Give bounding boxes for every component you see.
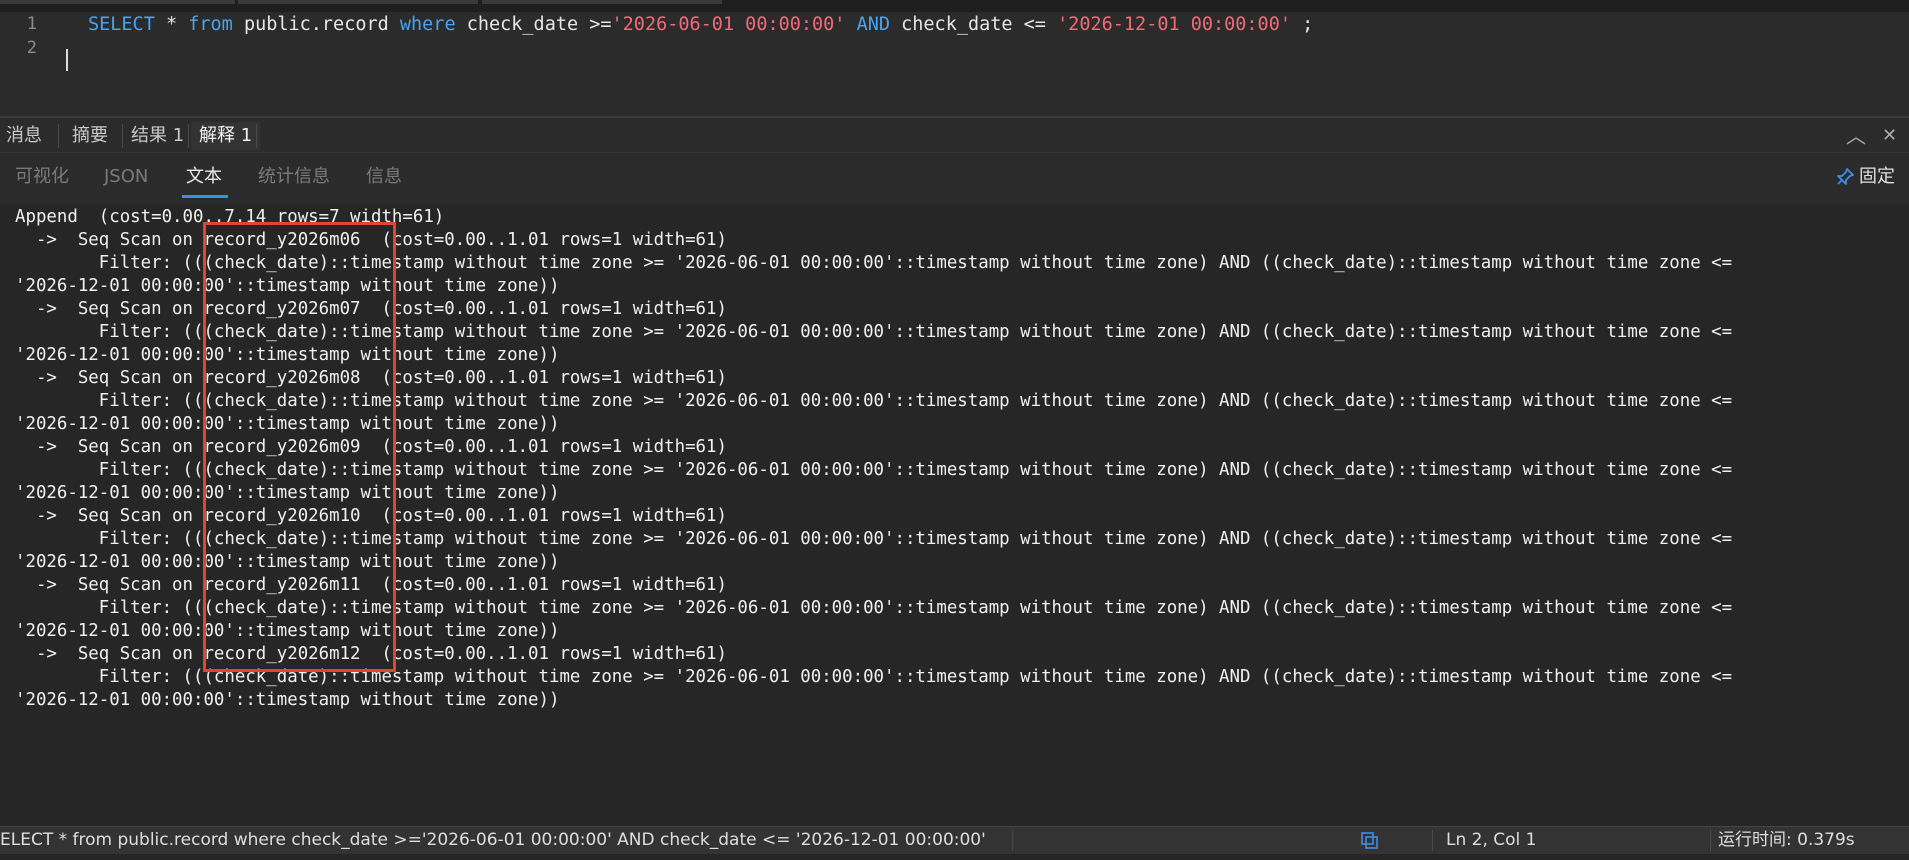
- tab-text[interactable]: 文本: [186, 165, 222, 189]
- editor-tab[interactable]: [0, 0, 235, 4]
- line-number-gutter: 1 2: [0, 12, 42, 116]
- cursor-position: Ln 2, Col 1: [1446, 830, 1537, 850]
- line-number: 2: [26, 38, 37, 58]
- keyword-select: SELECT: [88, 14, 155, 35]
- pin-button[interactable]: 固定: [1835, 165, 1895, 189]
- status-divider: [1432, 830, 1433, 851]
- status-divider: [1710, 830, 1711, 851]
- tab-statistics[interactable]: 统计信息: [258, 165, 330, 189]
- close-icon[interactable]: ✕: [1882, 124, 1897, 148]
- tab-divider: [256, 124, 257, 148]
- status-divider: [1012, 830, 1013, 851]
- editor-tab[interactable]: [238, 0, 478, 4]
- code-star: *: [154, 14, 189, 35]
- sql-editor[interactable]: 1 2 SELECT * from public.record where ch…: [0, 12, 1909, 116]
- editor-tab[interactable]: [482, 0, 722, 4]
- string-date-1: '2026-06-01 00:00:00': [611, 14, 846, 35]
- code-table: public.record: [232, 14, 400, 35]
- text-cursor: [66, 49, 68, 71]
- code-line-1[interactable]: SELECT * from public.record where check_…: [88, 13, 1313, 36]
- tab-visual[interactable]: 可视化: [15, 165, 69, 189]
- tab-divider: [58, 124, 59, 148]
- line-number: 1: [26, 14, 37, 34]
- copy-icon[interactable]: [1360, 831, 1380, 860]
- string-date-2: '2026-12-01 00:00:00': [1057, 14, 1291, 35]
- tab-json[interactable]: JSON: [104, 165, 148, 189]
- code-tail: ;: [1290, 14, 1314, 35]
- active-tab-indicator: [182, 195, 228, 198]
- tab-divider: [122, 124, 123, 148]
- code-condition-1: check_date >=: [455, 14, 612, 35]
- status-bar: ELECT * from public.record where check_d…: [0, 826, 1909, 854]
- editor-tab-strip: [0, 0, 1909, 12]
- status-query-text: ELECT * from public.record where check_d…: [0, 830, 986, 850]
- run-time: 运行时间: 0.379s: [1718, 830, 1855, 850]
- tab-divider: [188, 124, 189, 148]
- tab-explain-1[interactable]: 解释 1: [191, 122, 261, 150]
- tab-result-1[interactable]: 结果 1: [131, 122, 184, 150]
- collapse-icon[interactable]: ︿: [1846, 124, 1866, 148]
- code-condition-2: check_date <=: [890, 14, 1058, 35]
- pin-label: 固定: [1859, 166, 1895, 187]
- pin-icon: [1835, 166, 1859, 187]
- keyword-from: from: [188, 14, 233, 35]
- keyword-and: AND: [856, 14, 890, 35]
- result-panel-tabs: 消息 摘要 结果 1 解释 1 ︿ ✕: [0, 116, 1909, 152]
- partition-highlight-box: [203, 222, 396, 672]
- plan-line: '2026-12-01 00:00:00'::timestamp without…: [15, 690, 560, 710]
- tab-messages[interactable]: 消息: [6, 122, 42, 150]
- explain-text-output[interactable]: Append (cost=0.00..7.14 rows=7 width=61)…: [0, 206, 1909, 826]
- tab-info[interactable]: 信息: [366, 165, 402, 189]
- keyword-where: where: [399, 14, 456, 35]
- tab-summary[interactable]: 摘要: [72, 122, 108, 150]
- explain-view-tabs: 可视化 JSON 文本 统计信息 信息 固定: [0, 152, 1909, 205]
